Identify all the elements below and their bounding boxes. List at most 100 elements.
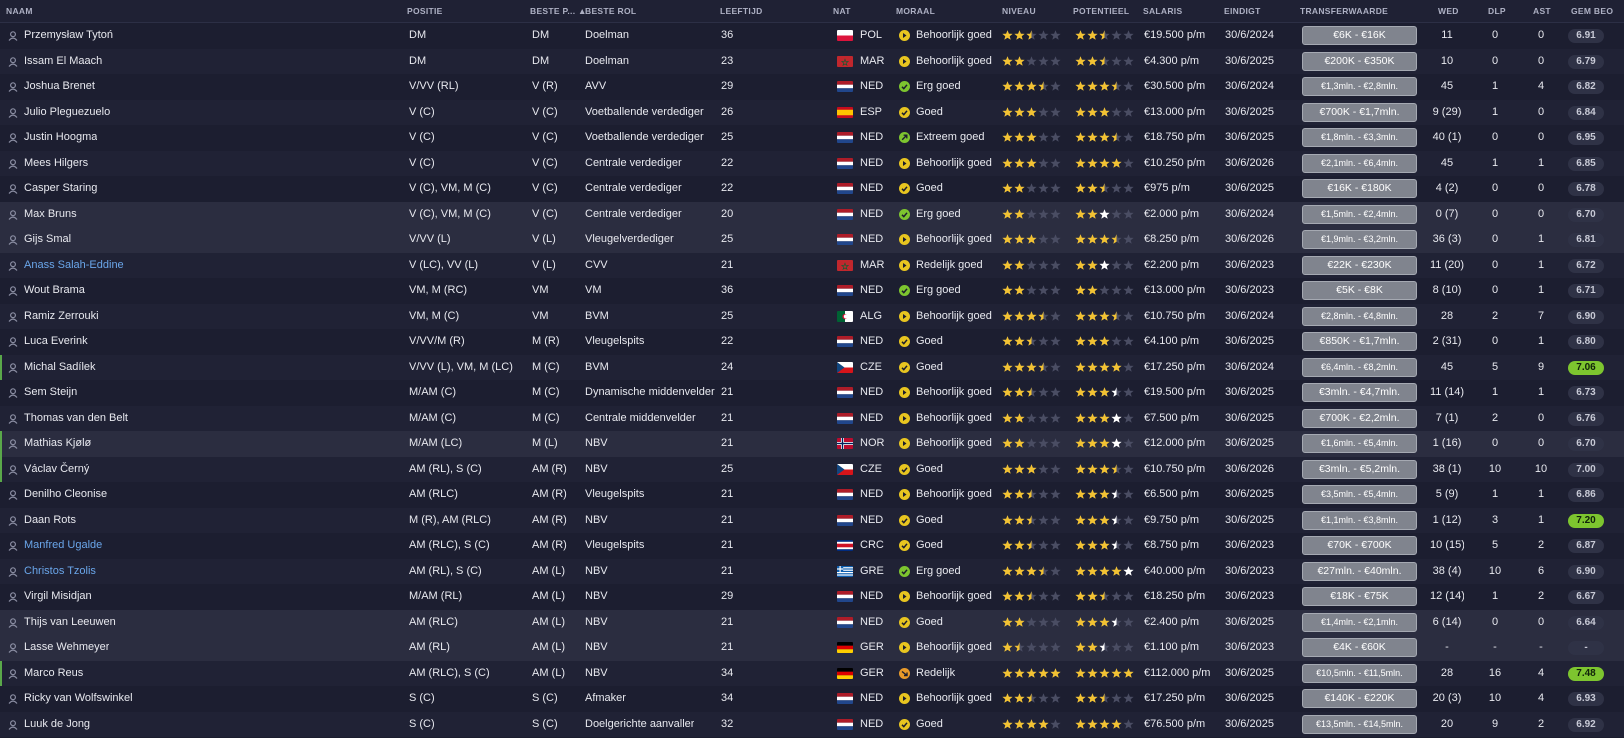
transfer-value-button[interactable]: €2,1mln. - €6,4mln. bbox=[1302, 153, 1417, 173]
player-name[interactable]: Casper Staring bbox=[24, 176, 97, 202]
transfer-value-button[interactable]: €2,8mln. - €4,8mln. bbox=[1302, 306, 1417, 326]
col-header-leeftijd[interactable]: LEEFTIJD bbox=[720, 6, 763, 16]
transfer-value-button[interactable]: €3mln. - €5,2mln. bbox=[1302, 459, 1417, 479]
transfer-value-button[interactable]: €5K - €8K bbox=[1302, 281, 1417, 300]
col-header-niveau[interactable]: NIVEAU bbox=[1002, 6, 1036, 16]
col-header-naam[interactable]: NAAM bbox=[6, 6, 33, 16]
table-row[interactable]: Daan Rots M (R), AM (RLC) AM (R) NBV 21 NED Go… bbox=[0, 507, 1624, 534]
table-row[interactable]: Thijs van Leeuwen AM (RLC) AM (L) NBV 21 NED G… bbox=[0, 609, 1624, 636]
col-header-gem-beo[interactable]: GEM BEO bbox=[1571, 6, 1613, 16]
table-row[interactable]: Thomas van den Belt M/AM (C) M (C) Centrale… bbox=[0, 405, 1624, 432]
col-header-salaris[interactable]: SALARIS bbox=[1143, 6, 1182, 16]
player-name[interactable]: Daan Rots bbox=[24, 508, 76, 534]
transfer-value-button[interactable]: €3,5mln. - €5,4mln. bbox=[1302, 485, 1417, 504]
table-row[interactable]: Justin Hoogma V (C) V (C) Voetballende verd… bbox=[0, 125, 1624, 151]
transfer-value-button[interactable]: €1,6mln. - €5,4mln. bbox=[1302, 434, 1417, 453]
player-name[interactable]: Ricky van Wolfswinkel bbox=[24, 686, 133, 712]
player-name[interactable]: Marco Reus bbox=[24, 661, 83, 687]
table-row[interactable]: Michal Sadílek V/VV (L), VM, M (LC) M (C) B… bbox=[0, 354, 1624, 381]
transfer-value-button[interactable]: €70K - €700K bbox=[1302, 536, 1417, 555]
player-name[interactable]: Luuk de Jong bbox=[24, 712, 90, 738]
player-name[interactable]: Denilho Cleonise bbox=[24, 482, 107, 508]
transfer-value-button[interactable]: €10,5mln. - €11,5mln. bbox=[1302, 663, 1417, 683]
table-row[interactable]: Mathias Kjølø M/AM (LC) M (L) NBV 21 NOR Behoo… bbox=[0, 431, 1624, 457]
player-name[interactable]: Thomas van den Belt bbox=[24, 406, 128, 432]
table-row[interactable]: Luuk de Jong S (C) S (C) Doelgerichte aanva… bbox=[0, 711, 1624, 738]
player-name[interactable]: Mathias Kjølø bbox=[24, 431, 91, 457]
col-header-moraal[interactable]: MORAAL bbox=[896, 6, 935, 16]
table-row[interactable]: Sem Steijn M/AM (C) M (C) Dynamische midden… bbox=[0, 380, 1624, 406]
table-row[interactable]: Marco Reus AM (RLC), S (C) AM (L) NBV 34 GER R… bbox=[0, 660, 1624, 687]
transfer-value-button[interactable]: €4K - €60K bbox=[1302, 638, 1417, 657]
transfer-value-button[interactable]: €1,4mln. - €2,1mln. bbox=[1302, 612, 1417, 632]
table-row[interactable]: Max Bruns V (C), VM, M (C) V (C) Centrale v… bbox=[0, 201, 1624, 228]
table-row[interactable]: Issam El Maach DM DM Doelman 23 MAR Behoorlijk… bbox=[0, 48, 1624, 75]
col-header-beste-rol[interactable]: BESTE ROL bbox=[585, 6, 636, 16]
table-row[interactable]: Gijs Smal V/VV (L) V (L) Vleugelverdediger 2… bbox=[0, 227, 1624, 253]
table-row[interactable]: Lasse Wehmeyer AM (RL) AM (L) NBV 21 GER Behoo… bbox=[0, 635, 1624, 661]
transfer-value-button[interactable]: €200K - €350K bbox=[1302, 51, 1417, 71]
transfer-value-button[interactable]: €1,3mln. - €2,8mln. bbox=[1302, 77, 1417, 96]
col-header-ast[interactable]: AST bbox=[1533, 6, 1551, 16]
table-row[interactable]: Przemysław Tytoń DM DM Doelman 36 POL Behoorli… bbox=[0, 23, 1624, 49]
player-name[interactable]: Gijs Smal bbox=[24, 227, 71, 253]
table-row[interactable]: Ricky van Wolfswinkel S (C) S (C) Afmaker 34… bbox=[0, 686, 1624, 712]
transfer-value-button[interactable]: €700K - €1,7mln. bbox=[1302, 102, 1417, 122]
transfer-value-button[interactable]: €6,4mln. - €8,2mln. bbox=[1302, 357, 1417, 377]
table-row[interactable]: Casper Staring V (C), VM, M (C) V (C) Centr… bbox=[0, 176, 1624, 202]
table-row[interactable]: Luca Everink V/VV/M (R) M (R) Vleugelspits 2… bbox=[0, 329, 1624, 355]
table-row[interactable]: Anass Salah-Eddine V (LC), VV (L) V (L) CVV… bbox=[0, 252, 1624, 279]
col-header-beste-positie[interactable]: BESTE P... bbox=[530, 6, 575, 16]
player-name[interactable]: Max Bruns bbox=[24, 202, 77, 228]
player-name[interactable]: Przemysław Tytoń bbox=[24, 23, 113, 49]
player-name[interactable]: Mees Hilgers bbox=[24, 151, 88, 177]
transfer-value-button[interactable]: €22K - €230K bbox=[1302, 255, 1417, 275]
player-name[interactable]: Justin Hoogma bbox=[24, 125, 97, 151]
player-name[interactable]: Anass Salah-Eddine bbox=[24, 253, 124, 279]
player-name[interactable]: Sem Steijn bbox=[24, 380, 77, 406]
player-name[interactable]: Lasse Wehmeyer bbox=[24, 635, 109, 661]
table-row[interactable]: Ramiz Zerrouki VM, M (C) VM BVM 25 ALG Behoorl… bbox=[0, 303, 1624, 330]
player-name[interactable]: Luca Everink bbox=[24, 329, 88, 355]
table-row[interactable]: Christos Tzolis AM (RL), S (C) AM (L) NBV 21… bbox=[0, 558, 1624, 585]
player-name[interactable]: Christos Tzolis bbox=[24, 559, 96, 585]
player-name[interactable]: Ramiz Zerrouki bbox=[24, 304, 99, 330]
player-name[interactable]: Virgil Misidjan bbox=[24, 584, 92, 610]
col-header-eindigt[interactable]: EINDIGT bbox=[1224, 6, 1261, 16]
table-row[interactable]: Václav Černý AM (RL), S (C) AM (R) NBV 25 CZE… bbox=[0, 456, 1624, 483]
transfer-value-button[interactable]: €13,5mln. - €14,5mln. bbox=[1302, 714, 1417, 734]
player-name[interactable]: Issam El Maach bbox=[24, 49, 102, 75]
col-header-dlp[interactable]: DLP bbox=[1488, 6, 1506, 16]
table-row[interactable]: Wout Brama VM, M (RC) VM VM 36 NED Erg goed €13… bbox=[0, 278, 1624, 304]
player-name[interactable]: Václav Černý bbox=[24, 457, 89, 483]
transfer-value-button[interactable]: €1,1mln. - €3,8mln. bbox=[1302, 510, 1417, 530]
player-name[interactable]: Thijs van Leeuwen bbox=[24, 610, 116, 636]
transfer-value-button[interactable]: €1,8mln. - €3,3mln. bbox=[1302, 128, 1417, 147]
col-header-positie[interactable]: POSITIE bbox=[407, 6, 443, 16]
table-row[interactable]: Manfred Ugalde AM (RLC), S (C) AM (R) Vleug… bbox=[0, 533, 1624, 559]
col-header-transferwaarde[interactable]: TRANSFERWAARDE bbox=[1300, 6, 1388, 16]
table-row[interactable]: Julio Pleguezuelo V (C) V (C) Voetballende … bbox=[0, 99, 1624, 126]
table-row[interactable]: Virgil Misidjan M/AM (RL) AM (L) NBV 29 NED Be… bbox=[0, 584, 1624, 610]
player-name[interactable]: Manfred Ugalde bbox=[24, 533, 102, 559]
col-header-potentieel[interactable]: POTENTIEEL bbox=[1073, 6, 1129, 16]
table-row[interactable]: Joshua Brenet V/VV (RL) V (R) AVV 29 NED Erg g… bbox=[0, 74, 1624, 100]
transfer-value-button[interactable]: €700K - €2,2mln. bbox=[1302, 408, 1417, 428]
transfer-value-button[interactable]: €27mln. - €40mln. bbox=[1302, 561, 1417, 581]
transfer-value-button[interactable]: €1,9mln. - €3,2mln. bbox=[1302, 230, 1417, 249]
transfer-value-button[interactable]: €18K - €75K bbox=[1302, 587, 1417, 606]
player-name[interactable]: Joshua Brenet bbox=[24, 74, 95, 100]
col-header-wed[interactable]: WED bbox=[1438, 6, 1459, 16]
transfer-value-button[interactable]: €16K - €180K bbox=[1302, 179, 1417, 198]
transfer-value-button[interactable]: €3mln. - €4,7mln. bbox=[1302, 383, 1417, 402]
transfer-value-button[interactable]: €6K - €16K bbox=[1302, 26, 1417, 45]
table-row[interactable]: Mees Hilgers V (C) V (C) Centrale verdedige… bbox=[0, 150, 1624, 177]
col-header-nat[interactable]: NAT bbox=[833, 6, 851, 16]
transfer-value-button[interactable]: €850K - €1,7mln. bbox=[1302, 332, 1417, 351]
player-name[interactable]: Wout Brama bbox=[24, 278, 85, 304]
transfer-value-button[interactable]: €1,5mln. - €2,4mln. bbox=[1302, 204, 1417, 224]
player-name[interactable]: Michal Sadílek bbox=[24, 355, 96, 381]
player-name[interactable]: Julio Pleguezuelo bbox=[24, 100, 110, 126]
table-row[interactable]: Denilho Cleonise AM (RLC) AM (R) Vleugelspi… bbox=[0, 482, 1624, 508]
transfer-value-button[interactable]: €140K - €220K bbox=[1302, 689, 1417, 708]
